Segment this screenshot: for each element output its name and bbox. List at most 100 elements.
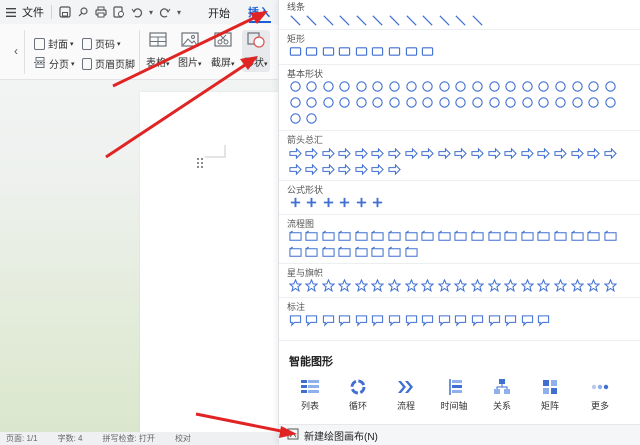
cover-button[interactable]: 封面 ▾ — [34, 36, 74, 51]
shape-item[interactable] — [337, 228, 353, 244]
shape-item[interactable] — [337, 94, 353, 110]
shape-item[interactable] — [320, 277, 336, 293]
shape-item[interactable] — [320, 94, 336, 110]
shape-item[interactable] — [337, 194, 353, 210]
shape-item[interactable] — [304, 312, 320, 328]
shape-item[interactable] — [304, 277, 320, 293]
shape-item[interactable] — [353, 43, 369, 59]
smart-list-button[interactable]: 列表 — [287, 378, 333, 412]
shape-item[interactable] — [470, 312, 486, 328]
shape-item[interactable] — [320, 145, 336, 161]
smart-relation-button[interactable]: 关系 — [479, 378, 525, 412]
shape-item[interactable] — [486, 145, 502, 161]
shape-item[interactable] — [320, 78, 336, 94]
smart-more-button[interactable]: 更多 — [577, 378, 623, 412]
shape-item[interactable] — [370, 78, 386, 94]
shape-item[interactable] — [453, 312, 469, 328]
shape-item[interactable] — [370, 277, 386, 293]
shape-item[interactable] — [387, 228, 403, 244]
drag-handle-icon[interactable] — [196, 157, 204, 172]
shape-item[interactable] — [304, 228, 320, 244]
shape-item[interactable] — [569, 228, 585, 244]
shape-item[interactable] — [337, 277, 353, 293]
shape-item[interactable] — [519, 78, 535, 94]
shape-item[interactable] — [436, 78, 452, 94]
shape-item[interactable] — [536, 145, 552, 161]
shape-item[interactable] — [320, 161, 336, 177]
shape-item[interactable] — [420, 228, 436, 244]
shapes-button[interactable]: 形状▾ — [242, 30, 270, 72]
link-icon[interactable] — [74, 0, 92, 24]
shape-item[interactable] — [337, 43, 353, 59]
shape-item[interactable] — [519, 277, 535, 293]
shape-item[interactable] — [536, 312, 552, 328]
shape-item[interactable] — [586, 94, 602, 110]
shape-item[interactable] — [287, 244, 303, 260]
shape-item[interactable] — [436, 277, 452, 293]
shape-item[interactable] — [436, 228, 452, 244]
shape-item[interactable] — [453, 12, 469, 28]
shape-item[interactable] — [519, 94, 535, 110]
shape-item[interactable] — [337, 244, 353, 260]
status-words[interactable]: 字数: 4 — [58, 433, 83, 444]
shape-item[interactable] — [486, 78, 502, 94]
shape-item[interactable] — [519, 312, 535, 328]
shape-item[interactable] — [470, 277, 486, 293]
shape-item[interactable] — [287, 110, 303, 126]
shape-item[interactable] — [353, 312, 369, 328]
shape-item[interactable] — [519, 228, 535, 244]
shape-item[interactable] — [553, 277, 569, 293]
shape-item[interactable] — [420, 43, 436, 59]
shape-item[interactable] — [536, 78, 552, 94]
save-cloud-icon[interactable] — [56, 0, 74, 24]
shape-item[interactable] — [470, 145, 486, 161]
status-spell[interactable]: 拼写检查: 打开 — [102, 433, 154, 444]
shape-item[interactable] — [470, 228, 486, 244]
shape-item[interactable] — [304, 161, 320, 177]
hamburger-icon[interactable] — [0, 0, 19, 24]
shape-item[interactable] — [503, 94, 519, 110]
shape-item[interactable] — [370, 244, 386, 260]
shape-item[interactable] — [320, 228, 336, 244]
shape-item[interactable] — [370, 312, 386, 328]
shape-item[interactable] — [304, 244, 320, 260]
shape-item[interactable] — [403, 312, 419, 328]
shape-item[interactable] — [486, 277, 502, 293]
shape-item[interactable] — [486, 228, 502, 244]
shape-item[interactable] — [569, 277, 585, 293]
shape-item[interactable] — [602, 94, 618, 110]
shape-item[interactable] — [453, 78, 469, 94]
shape-item[interactable] — [353, 94, 369, 110]
shape-item[interactable] — [304, 145, 320, 161]
shape-item[interactable] — [387, 94, 403, 110]
shape-item[interactable] — [387, 145, 403, 161]
tab-start[interactable]: 开始 — [208, 5, 230, 21]
shape-item[interactable] — [337, 12, 353, 28]
shape-item[interactable] — [503, 277, 519, 293]
shape-item[interactable] — [287, 43, 303, 59]
shape-item[interactable] — [287, 194, 303, 210]
shape-item[interactable] — [287, 94, 303, 110]
shape-item[interactable] — [287, 12, 303, 28]
tab-insert[interactable]: 插入 — [248, 4, 270, 20]
shape-item[interactable] — [503, 228, 519, 244]
shape-item[interactable] — [470, 12, 486, 28]
shape-item[interactable] — [304, 43, 320, 59]
picture-button[interactable]: 图片▾ — [178, 32, 202, 69]
shape-item[interactable] — [287, 228, 303, 244]
shape-item[interactable] — [453, 145, 469, 161]
shape-item[interactable] — [370, 228, 386, 244]
shape-item[interactable] — [569, 145, 585, 161]
shape-item[interactable] — [553, 78, 569, 94]
shape-item[interactable] — [403, 43, 419, 59]
shape-item[interactable] — [353, 78, 369, 94]
shape-item[interactable] — [353, 194, 369, 210]
shape-item[interactable] — [453, 277, 469, 293]
shape-item[interactable] — [353, 145, 369, 161]
shape-item[interactable] — [387, 244, 403, 260]
shape-item[interactable] — [287, 312, 303, 328]
shape-item[interactable] — [304, 110, 320, 126]
print-preview-icon[interactable] — [110, 0, 128, 24]
shape-item[interactable] — [387, 43, 403, 59]
new-drawing-canvas-button[interactable]: 新建绘图画布(N) — [279, 424, 640, 445]
